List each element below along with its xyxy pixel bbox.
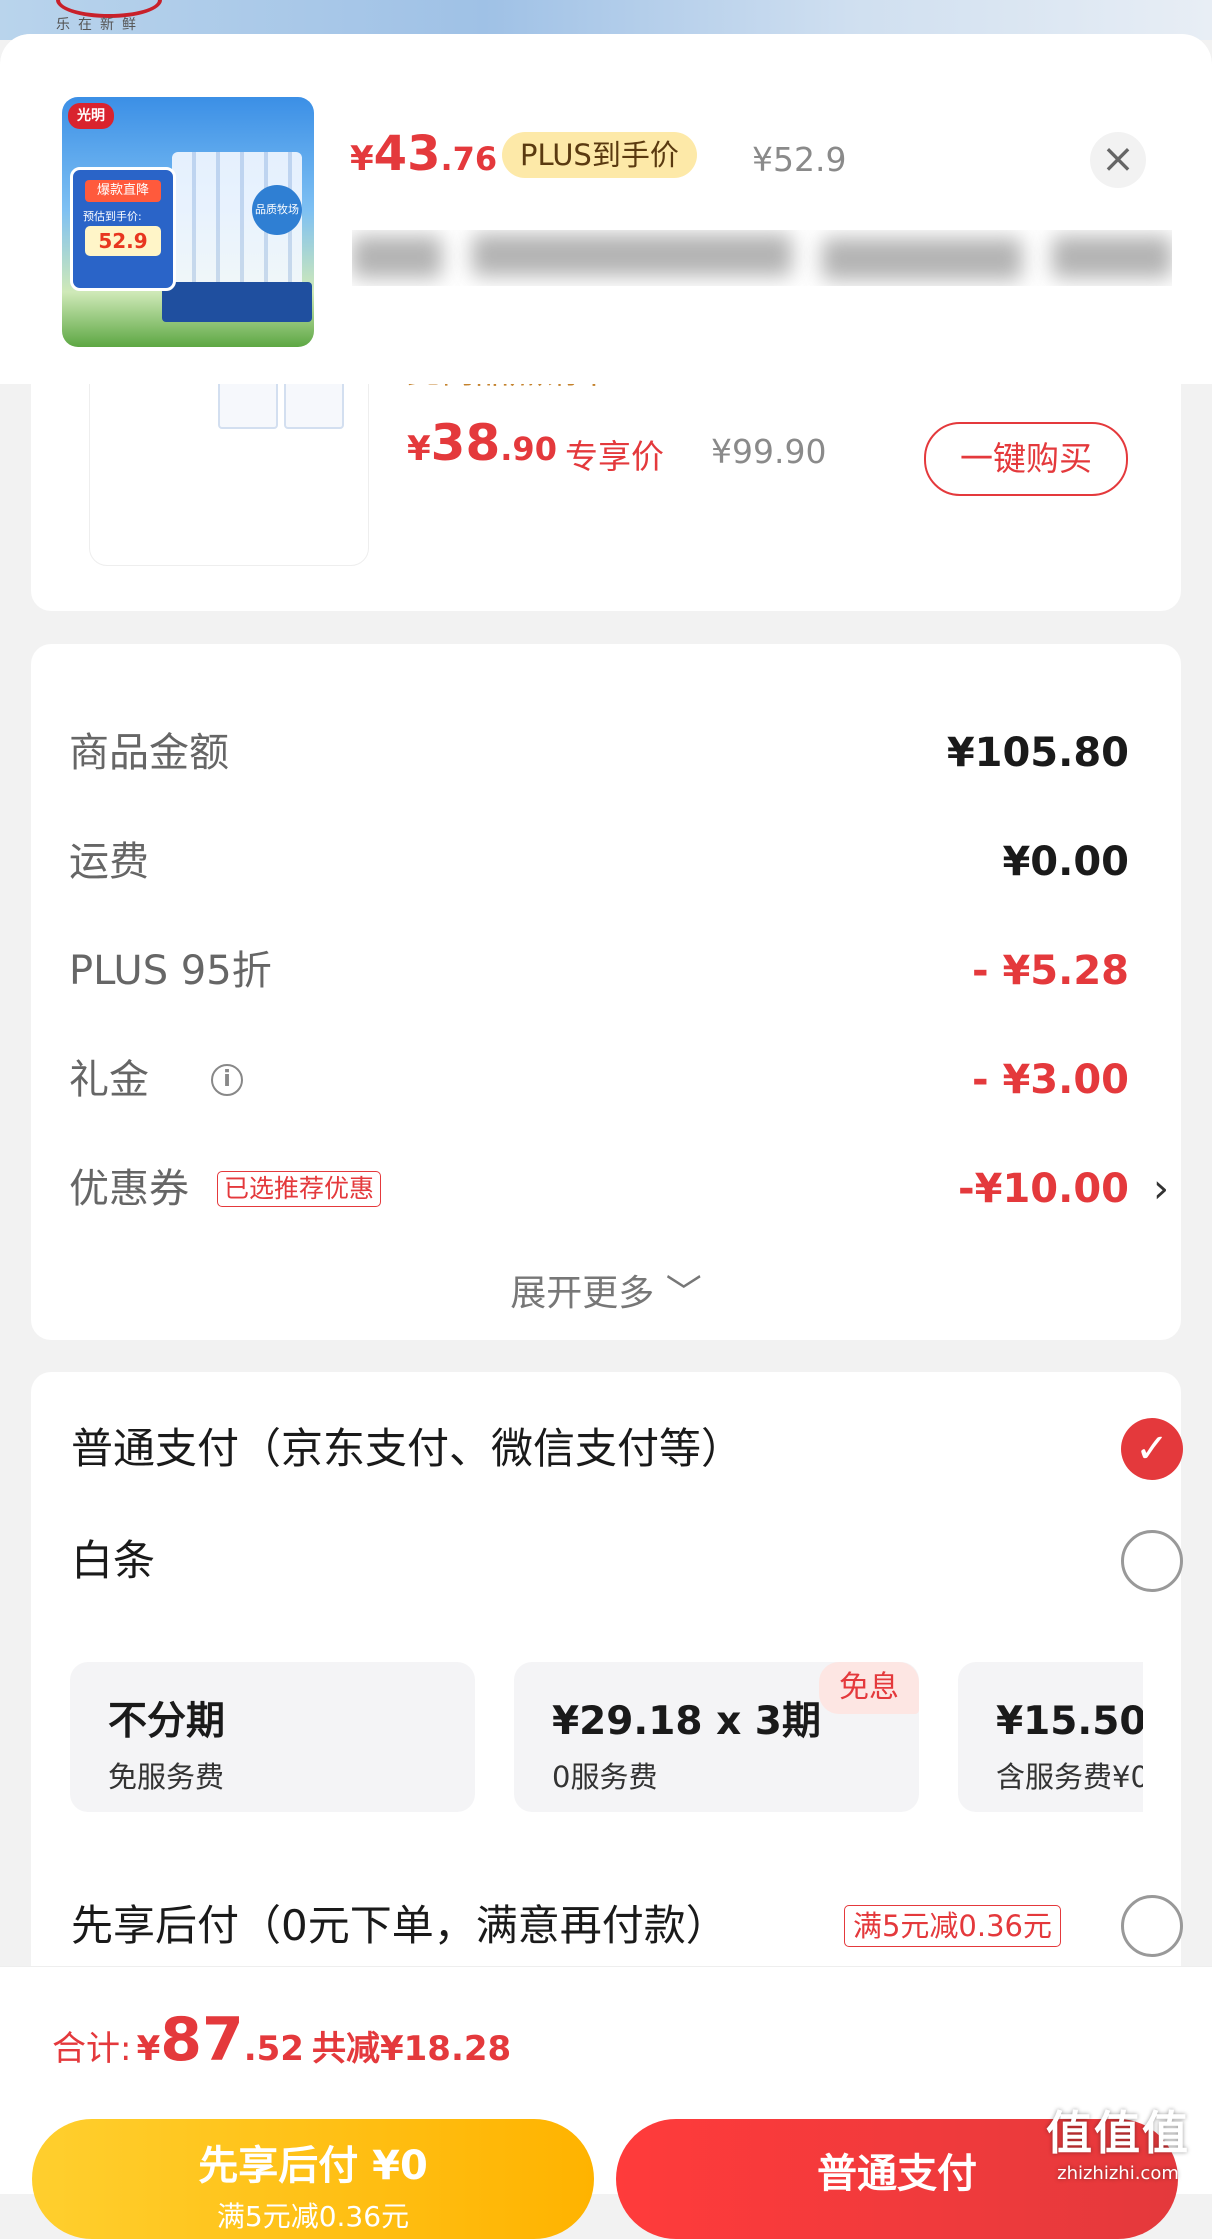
radio-button[interactable] bbox=[1121, 1895, 1183, 1957]
thumb-logo: 光明 bbox=[68, 103, 114, 129]
summary-row-goods-amount: 商品金额 ¥105.80 bbox=[69, 730, 1129, 776]
plus-price-badge: PLUS到手价 bbox=[502, 132, 697, 178]
installment-plan-none[interactable]: 不分期 免服务费 bbox=[70, 1662, 475, 1812]
close-icon: × bbox=[1101, 136, 1135, 182]
info-icon[interactable]: i bbox=[211, 1064, 243, 1096]
order-total: 合计: ¥87.52 共减¥18.28 bbox=[52, 2005, 512, 2075]
payment-option-baitiao[interactable]: 白条 bbox=[71, 1526, 1183, 1596]
product-original-price: ¥99.90 bbox=[711, 432, 827, 471]
pay-later-button[interactable]: 先享后付 ¥0 满5元减0.36元 bbox=[32, 2119, 594, 2239]
radio-button[interactable] bbox=[1121, 1530, 1183, 1592]
price-summary-card: 商品金额 ¥105.80 运费 ¥0.00 PLUS 95折 - ¥5.28 礼… bbox=[31, 644, 1181, 1340]
payment-option-pay-later[interactable]: 先享后付（0元下单，满意再付款） 满5元减0.36元 bbox=[71, 1891, 1183, 1961]
exclusive-price-label: 专享价 bbox=[565, 437, 664, 476]
summary-row-gift-money: 礼金 i - ¥3.00 bbox=[69, 1057, 1129, 1103]
brand-slogan: 乐在新鲜 bbox=[56, 17, 144, 33]
product-thumbnail: 光明 爆款直降 预估到手价: 52.9 品质牧场 bbox=[62, 97, 314, 347]
thumb-box-base bbox=[162, 282, 312, 322]
installment-plan-6[interactable]: ¥15.50 x 6期 含服务费¥0.30 bbox=[958, 1662, 1143, 1812]
site-watermark: 值值值 zhizhizhi.com bbox=[1046, 2106, 1190, 2184]
sheet-header: 光明 爆款直降 预估到手价: 52.9 品质牧场 ¥43.76 PLUS到手价 … bbox=[0, 34, 1212, 384]
coupon-recommended-tag: 已选推荐优惠 bbox=[217, 1171, 382, 1207]
pay-later-promo-tag: 满5元减0.36元 bbox=[843, 1905, 1061, 1947]
thumb-quality-badge: 品质牧场 bbox=[252, 185, 302, 235]
expand-more-button[interactable]: 展开更多 ﹀ bbox=[31, 1264, 1181, 1316]
thumb-promo-sub: 预估到手价: bbox=[83, 210, 142, 223]
thumb-promo-tag: 爆款直降 bbox=[85, 180, 161, 202]
exclusive-price: ¥38.90 bbox=[407, 414, 557, 472]
installment-plan-list[interactable]: 不分期 免服务费 ¥29.18 x 3期 0服务费 ¥15.50 x 6期 含服… bbox=[70, 1662, 1143, 1822]
close-button[interactable]: × bbox=[1090, 132, 1146, 188]
thumb-promo-price: 52.9 bbox=[85, 226, 161, 256]
summary-row-shipping: 运费 ¥0.00 bbox=[69, 839, 1129, 885]
summary-row-plus-discount: PLUS 95折 - ¥5.28 bbox=[69, 948, 1129, 994]
blurred-product-title bbox=[352, 230, 1172, 286]
one-click-buy-button[interactable]: 一键购买 bbox=[924, 422, 1128, 496]
thumb-promo-card: 爆款直降 预估到手价: 52.9 bbox=[70, 167, 176, 291]
original-price: ¥52.9 bbox=[752, 140, 847, 179]
plus-price: ¥43.76 bbox=[350, 126, 498, 182]
chevron-right-icon: › bbox=[1153, 1166, 1169, 1212]
checked-icon[interactable]: ✓ bbox=[1121, 1418, 1183, 1480]
checkout-footer: 合计: ¥87.52 共减¥18.28 先享后付 ¥0 满5元减0.36元 普通支… bbox=[0, 1966, 1212, 2239]
interest-free-badge: 免息 bbox=[819, 1662, 919, 1714]
total-saved: 共减¥18.28 bbox=[311, 2029, 512, 2069]
payment-option-normal[interactable]: 普通支付（京东支付、微信支付等） ✓ bbox=[71, 1414, 1183, 1484]
checkout-sheet: 光明 爆款直降 预估到手价: 52.9 品质牧场 ¥43.76 PLUS到手价 … bbox=[0, 34, 1212, 2193]
summary-row-coupon[interactable]: 优惠券 已选推荐优惠 -¥10.00 › bbox=[69, 1159, 1169, 1219]
